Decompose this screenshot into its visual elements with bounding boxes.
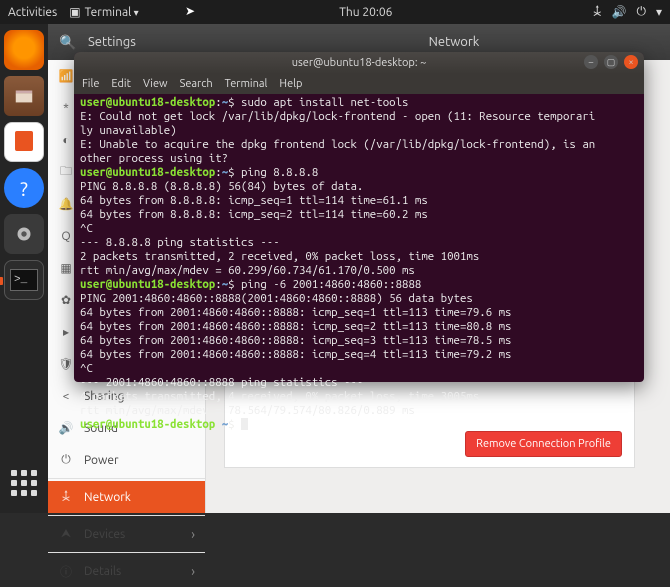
system-menu-chevron-icon[interactable]: ▾ bbox=[656, 5, 662, 19]
show-applications-button[interactable] bbox=[4, 463, 44, 503]
terminal-menu-view[interactable]: View bbox=[143, 78, 168, 90]
terminal-titlebar[interactable]: user@ubuntu18-desktop: ~ – ▢ × bbox=[74, 52, 644, 74]
volume-icon[interactable]: 🔊 bbox=[612, 5, 627, 19]
settings-search-button[interactable]: 🔍 bbox=[48, 34, 88, 51]
bluetooth-icon: * bbox=[58, 102, 74, 115]
dock-software[interactable] bbox=[4, 122, 44, 162]
search-icon: Q bbox=[58, 230, 74, 243]
terminal-menu-terminal[interactable]: Terminal bbox=[225, 78, 268, 90]
sidebar-item-label: Devices bbox=[84, 528, 125, 541]
background-icon: ◐ bbox=[58, 133, 74, 147]
chevron-right-icon: › bbox=[191, 526, 195, 542]
privacy-icon: 🛡 bbox=[58, 357, 74, 371]
terminal-menu-file[interactable]: File bbox=[82, 78, 99, 90]
window-minimize-button[interactable]: – bbox=[584, 55, 598, 69]
sidebar-item-label: Details bbox=[84, 565, 121, 578]
sound-icon: 🔊 bbox=[58, 421, 74, 435]
window-close-button[interactable]: × bbox=[624, 55, 638, 69]
universal-access-icon: ✿ bbox=[58, 293, 74, 307]
dock-icon: 🗀 bbox=[58, 162, 74, 183]
dock-settings[interactable] bbox=[4, 214, 44, 254]
terminal-menu-help[interactable]: Help bbox=[279, 78, 302, 90]
sidebar-item-label: Power bbox=[84, 454, 119, 467]
terminal-title-text: user@ubuntu18-desktop: ~ bbox=[292, 57, 427, 69]
chevron-right-icon: › bbox=[191, 563, 195, 579]
region-language-icon: ▦ bbox=[58, 261, 74, 275]
network-status-icon[interactable]: ⯢ bbox=[593, 2, 601, 23]
devices-icon: ⮝ bbox=[58, 527, 74, 541]
dock-help[interactable]: ? bbox=[4, 168, 44, 208]
launcher-dock: ? >_ bbox=[0, 24, 48, 513]
power-icon[interactable]: ⏻ bbox=[636, 5, 646, 19]
details-icon: ⓘ bbox=[58, 563, 74, 580]
gnome-topbar: Activities ▣Terminal Thu 20:06 ⯢ 🔊 ⏻ ▾ bbox=[0, 0, 670, 24]
terminal-menu-edit[interactable]: Edit bbox=[111, 78, 131, 90]
settings-title: Settings bbox=[88, 35, 238, 49]
terminal-menu-search[interactable]: Search bbox=[180, 78, 213, 90]
network-icon: ⯢ bbox=[58, 487, 74, 508]
online-accounts-icon: ▸ bbox=[58, 325, 74, 339]
settings-panel-title: Network bbox=[238, 35, 670, 49]
sidebar-item-devices[interactable]: ⮝ Devices › bbox=[48, 518, 205, 550]
terminal-window[interactable]: user@ubuntu18-desktop: ~ – ▢ × File Edit V… bbox=[74, 52, 644, 382]
clock[interactable]: Thu 20:06 bbox=[139, 6, 593, 19]
power-icon: ⏻ bbox=[58, 453, 74, 467]
sidebar-item-label: Network bbox=[84, 491, 131, 504]
dock-files[interactable] bbox=[4, 76, 44, 116]
wi-fi-icon: 📶 bbox=[58, 69, 74, 83]
activities-button[interactable]: Activities bbox=[8, 6, 57, 19]
dock-terminal[interactable]: >_ bbox=[4, 260, 44, 300]
app-menu-terminal[interactable]: ▣Terminal bbox=[69, 5, 138, 19]
notifications-icon: 🔔 bbox=[58, 197, 74, 211]
sidebar-item-network[interactable]: ⯢ Network bbox=[48, 481, 205, 513]
sharing-icon: < bbox=[58, 390, 74, 403]
window-maximize-button[interactable]: ▢ bbox=[604, 55, 618, 69]
dock-firefox[interactable] bbox=[4, 30, 44, 70]
terminal-output[interactable]: user@ubuntu18-desktop:~$ sudo apt instal… bbox=[74, 94, 644, 436]
sidebar-item-details[interactable]: ⓘ Details › bbox=[48, 555, 205, 587]
sidebar-item-power[interactable]: ⏻ Power bbox=[48, 444, 205, 476]
terminal-menubar: File Edit View Search Terminal Help bbox=[74, 74, 644, 94]
